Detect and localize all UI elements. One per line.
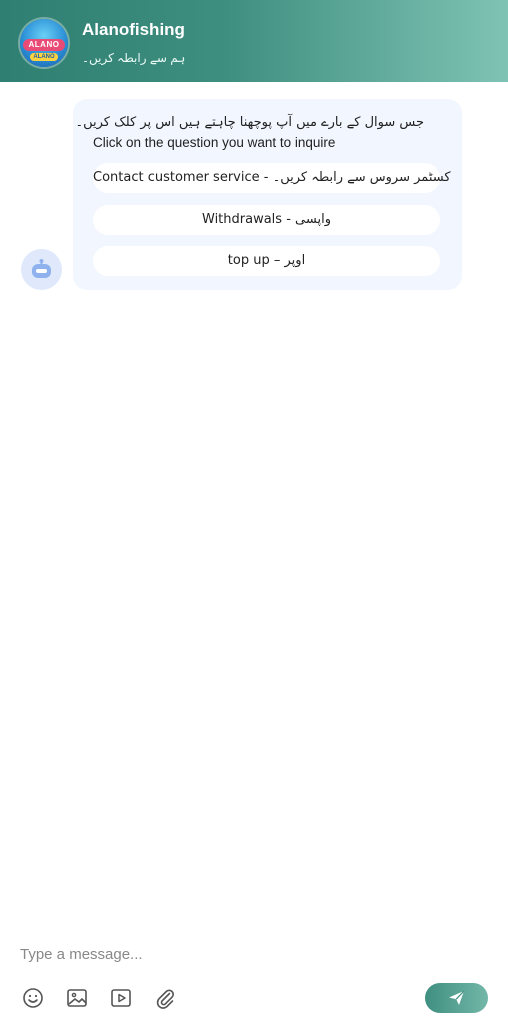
app-title: Alanofishing xyxy=(82,20,185,39)
logo-band-text: ALANO xyxy=(23,39,65,51)
message-input[interactable]: Type a message... xyxy=(20,946,143,963)
chat-header: ALANO ALANO Alanofishing ہم سے رابطہ کری… xyxy=(0,0,508,82)
app-subtitle: ہم سے رابطہ کریں۔ xyxy=(82,51,186,65)
video-icon[interactable] xyxy=(110,987,132,1009)
attachment-icon[interactable] xyxy=(154,987,176,1009)
robot-icon xyxy=(32,259,51,278)
option-top-up[interactable]: top up – اوپر xyxy=(93,246,440,276)
bot-avatar xyxy=(21,249,62,290)
image-icon[interactable] xyxy=(66,987,88,1009)
bot-message-bubble: جس سوال کے بارے میں آپ پوچھنا چاہتے ہیں … xyxy=(73,99,462,290)
option-withdrawals[interactable]: Withdrawals - واپسی xyxy=(93,205,440,235)
prompt-text-english: Click on the question you want to inquir… xyxy=(93,135,336,150)
option-contact-customer-service[interactable]: Contact customer service - کسٹمر سروس سے… xyxy=(93,163,451,193)
send-icon xyxy=(449,990,465,1005)
logo-sub-text: ALANO xyxy=(30,53,58,61)
emoji-icon[interactable] xyxy=(22,987,44,1009)
brand-logo: ALANO ALANO xyxy=(20,19,68,67)
send-button[interactable] xyxy=(425,983,488,1013)
prompt-text-urdu: جس سوال کے بارے میں آپ پوچھنا چاہتے ہیں … xyxy=(75,115,424,130)
